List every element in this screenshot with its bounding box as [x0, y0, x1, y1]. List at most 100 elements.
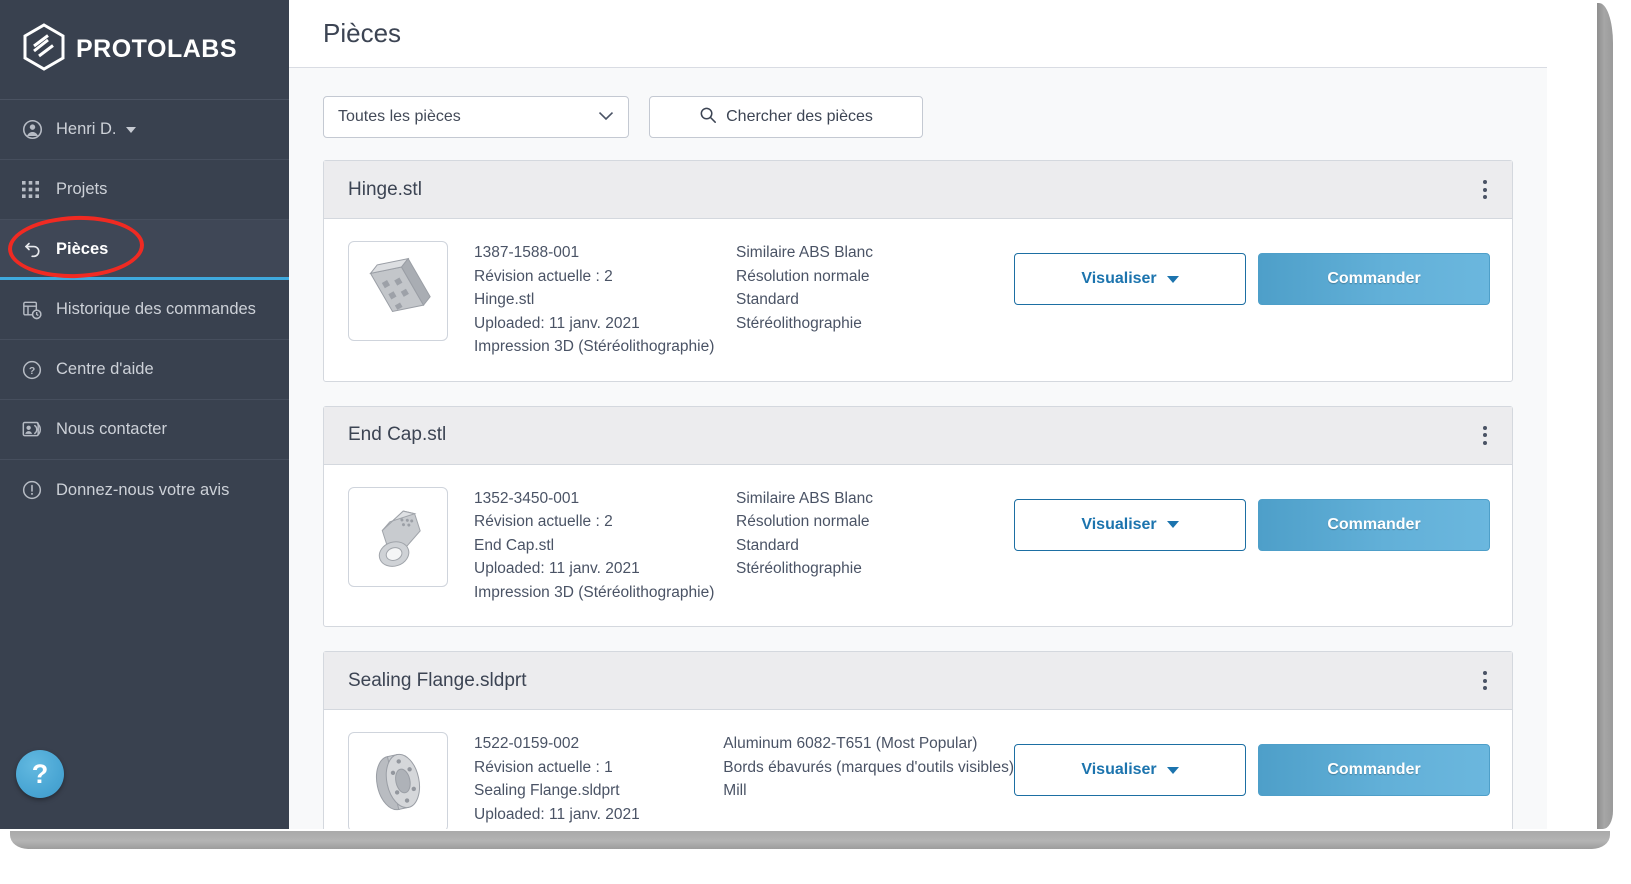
- view-part-button[interactable]: Visualiser: [1014, 253, 1246, 305]
- part-card-title: Sealing Flange.sldprt: [348, 669, 527, 691]
- part-card-body: 1387-1588-001 Révision actuelle : 2 Hing…: [324, 219, 1512, 381]
- kebab-menu-icon[interactable]: [1472, 420, 1498, 450]
- view-part-button[interactable]: Visualiser: [1014, 744, 1246, 796]
- part-finish: Standard: [736, 536, 799, 554]
- part-revision: Révision actuelle : 2: [474, 267, 613, 285]
- monitor-bezel-right: [1597, 3, 1613, 829]
- parts-list: Hinge.stl 1387-1588-001 Révision actuell…: [289, 138, 1547, 829]
- part-spec-left: 1352-3450-001 Révision actuelle : 2 End …: [474, 487, 736, 605]
- sidebar-item-label: Pièces: [56, 240, 109, 258]
- part-finish: Bords ébavurés (marques d'outils visible…: [723, 758, 1014, 776]
- part-technology: Stéréolithographie: [736, 560, 862, 577]
- chevron-down-icon: [1166, 521, 1179, 528]
- sidebar-user-label: Henri D.: [56, 120, 117, 138]
- search-icon: [699, 106, 717, 129]
- part-card-body: 1522-0159-002 Révision actuelle : 1 Seal…: [324, 710, 1512, 829]
- part-technology: Stéréolithographie: [736, 314, 862, 332]
- part-process: Impression 3D (Stéréolithographie): [474, 583, 715, 601]
- help-question-icon[interactable]: ?: [16, 750, 64, 798]
- brand-name: PROTOLABS: [76, 35, 237, 63]
- part-uploaded: Uploaded: 11 janv. 2021: [474, 805, 640, 823]
- chevron-down-icon: [1166, 766, 1179, 774]
- exclamation-circle-icon: [22, 479, 48, 501]
- part-card: End Cap.stl 1352-3450-001 Révision actue…: [323, 405, 1513, 627]
- undo-arrow-icon: [22, 239, 48, 261]
- part-revision: Révision actuelle : 2: [474, 513, 613, 530]
- search-parts-button[interactable]: Chercher des pièces: [649, 96, 923, 138]
- kebab-menu-icon[interactable]: [1472, 175, 1498, 205]
- part-card-header: End Cap.stl: [324, 406, 1512, 465]
- sidebar-item-historique-des-commandes[interactable]: Historique des commandes: [0, 280, 289, 340]
- part-card-actions: Visualiser Commander: [1014, 241, 1490, 305]
- sidebar-item-label: Donnez-nous votre avis: [56, 480, 230, 499]
- part-uploaded: Uploaded: 11 janv. 2021: [474, 314, 640, 332]
- sealing-flange-3d-model-thumb[interactable]: [348, 732, 448, 829]
- part-material: Aluminum 6082-T651 (Most Popular): [723, 735, 978, 752]
- monitor-bezel-bottom: [10, 831, 1610, 849]
- part-filename: End Cap.stl: [474, 536, 555, 554]
- sidebar-item-pieces[interactable]: Pièces: [0, 220, 289, 280]
- order-history-icon: [22, 299, 48, 321]
- parts-filter-value: Toutes les pièces: [338, 108, 461, 125]
- brand-logo[interactable]: PROTOLABS: [0, 0, 289, 100]
- parts-filter-select[interactable]: Toutes les pièces: [323, 96, 629, 138]
- sidebar-item-centre-d-aide[interactable]: ? Centre d'aide: [0, 340, 289, 400]
- part-spec-right: Similaire ABS Blanc Résolution normale S…: [736, 487, 873, 581]
- chevron-down-icon: [1166, 275, 1179, 283]
- sidebar-item-projets[interactable]: Projets: [0, 160, 289, 220]
- grid-apps-icon: [22, 179, 48, 201]
- sidebar-item-label: Historique des commandes: [56, 300, 256, 318]
- part-uploaded: Uploaded: 11 janv. 2021: [474, 560, 640, 577]
- toolbar: Toutes les pièces Chercher des pièces: [289, 68, 1547, 138]
- part-number: 1387-1588-001: [474, 244, 580, 261]
- chevron-down-icon: [598, 108, 614, 126]
- sidebar-item-label: Centre d'aide: [56, 360, 154, 378]
- part-card-title: End Cap.stl: [348, 424, 447, 445]
- part-number: 1522-0159-002: [474, 735, 580, 752]
- part-card-body: 1352-3450-001 Révision actuelle : 2 End …: [324, 465, 1512, 627]
- sidebar-item-donnez-nous-votre-avis[interactable]: Donnez-nous votre avis: [0, 460, 289, 520]
- part-card: Sealing Flange.sldprt 1522-0159-002 Révi…: [323, 651, 1513, 829]
- part-card-header: Sealing Flange.sldprt: [324, 652, 1512, 710]
- sidebar-user-menu[interactable]: Henri D.: [0, 100, 289, 160]
- part-process: Impression 3D (Stéréolithographie): [474, 338, 715, 355]
- part-technology: Mill: [723, 782, 747, 799]
- view-part-button[interactable]: Visualiser: [1014, 498, 1246, 551]
- contact-card-icon: [22, 419, 48, 441]
- part-number: 1352-3450-001: [474, 489, 580, 507]
- order-part-button[interactable]: Commander: [1258, 744, 1490, 796]
- part-resolution: Résolution normale: [736, 267, 870, 285]
- main-content: Pièces Toutes les pièces Chercher des pi…: [289, 0, 1547, 829]
- sidebar-item-label: Projets: [56, 180, 108, 198]
- part-finish: Standard: [736, 291, 799, 308]
- part-card-actions: Visualiser Commander: [1014, 732, 1490, 796]
- part-spec-right: Aluminum 6082-T651 (Most Popular) Bords …: [723, 732, 1014, 803]
- page-title: Pièces: [323, 18, 402, 48]
- help-fab-label: ?: [31, 758, 49, 789]
- part-card-title: Hinge.stl: [348, 178, 422, 200]
- part-card-actions: Visualiser Commander: [1014, 487, 1490, 551]
- kebab-menu-icon[interactable]: [1472, 666, 1498, 696]
- search-parts-label: Chercher des pièces: [726, 108, 873, 125]
- sidebar: PROTOLABS Henri D. Projets Pièces Histor…: [0, 0, 289, 829]
- order-part-button[interactable]: Commander: [1258, 498, 1490, 551]
- end-cap-3d-model-thumb[interactable]: [348, 486, 448, 587]
- part-filename: Hinge.stl: [474, 291, 535, 308]
- part-revision: Révision actuelle : 1: [474, 758, 613, 776]
- page-header: Pièces: [289, 0, 1547, 68]
- part-filename: Sealing Flange.sldprt: [474, 782, 620, 799]
- hinge-3d-model-thumb[interactable]: [348, 241, 448, 341]
- svg-text:?: ?: [29, 365, 35, 376]
- chevron-down-icon: [125, 126, 136, 133]
- browser-viewport: PROTOLABS Henri D. Projets Pièces Histor…: [0, 0, 1547, 829]
- view-part-label: Visualiser: [1081, 270, 1157, 287]
- view-part-label: Visualiser: [1081, 515, 1157, 533]
- sidebar-item-nous-contacter[interactable]: Nous contacter: [0, 400, 289, 460]
- part-spec-left: 1387-1588-001 Révision actuelle : 2 Hing…: [474, 241, 736, 359]
- protolabs-hexagon-logo-icon: [22, 23, 66, 76]
- part-card-header: Hinge.stl: [324, 161, 1512, 219]
- part-material: Similaire ABS Blanc: [736, 244, 873, 261]
- order-part-button[interactable]: Commander: [1258, 253, 1490, 305]
- part-resolution: Résolution normale: [736, 513, 870, 530]
- part-spec-left: 1522-0159-002 Révision actuelle : 1 Seal…: [474, 732, 723, 826]
